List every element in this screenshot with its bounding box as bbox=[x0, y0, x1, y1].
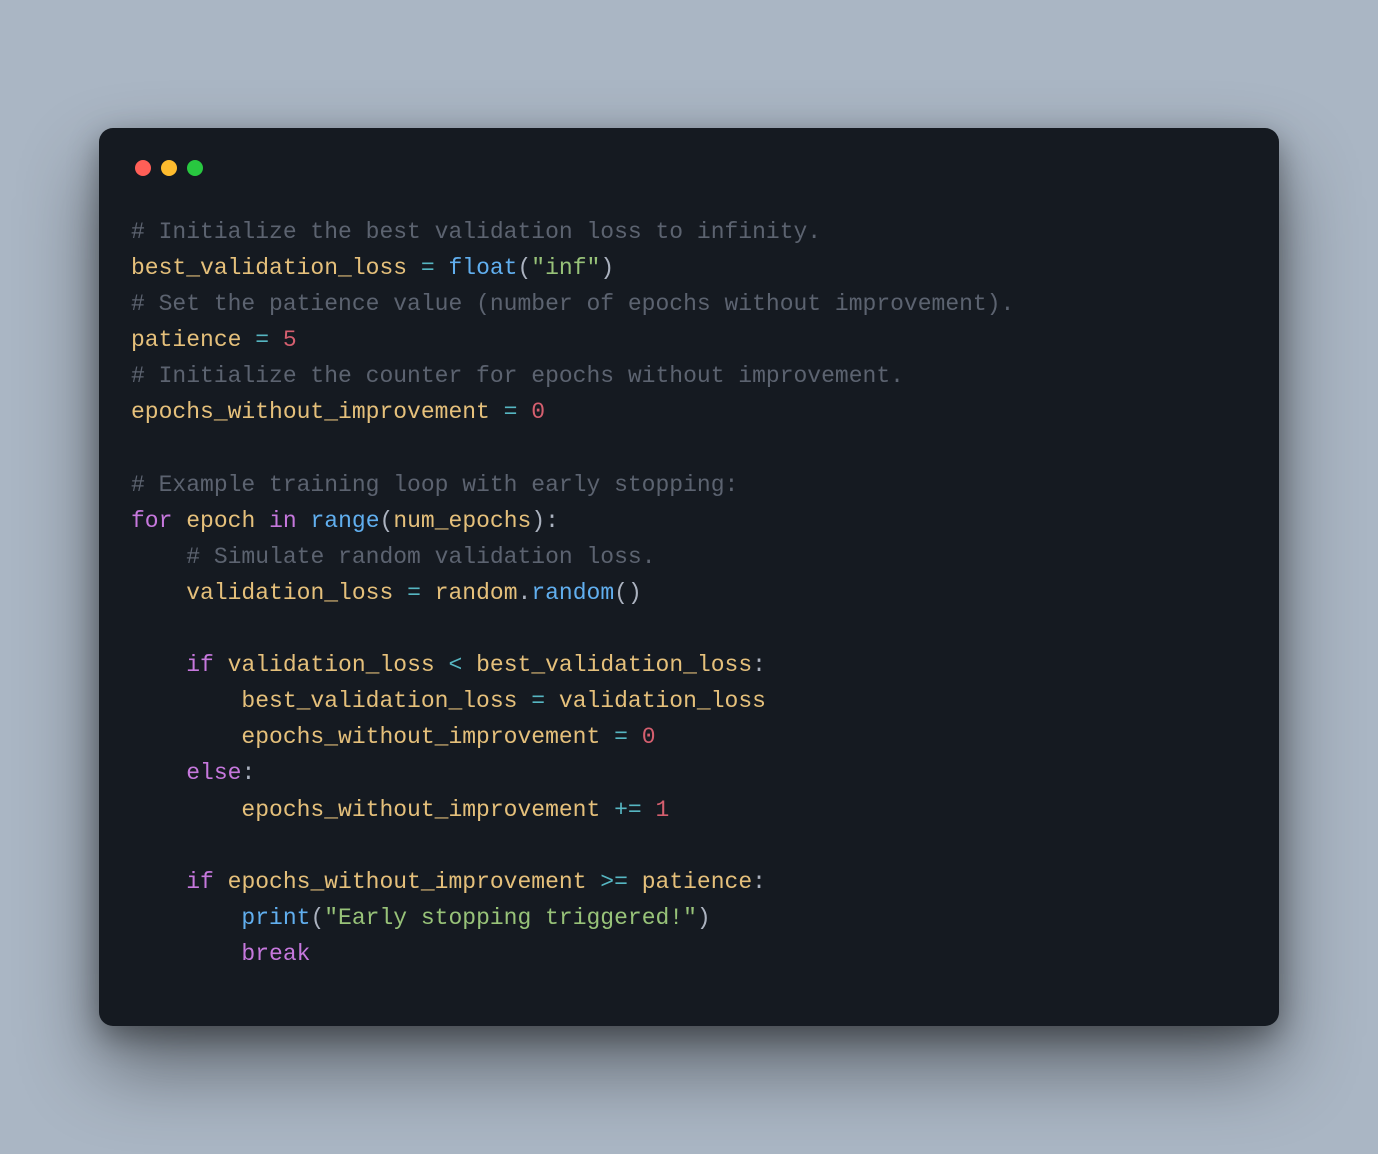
code-indent bbox=[131, 797, 241, 823]
code-indent bbox=[131, 941, 241, 967]
code-indent bbox=[131, 688, 241, 714]
code-identifier: epochs_without_improvement bbox=[241, 797, 600, 823]
code-punct: () bbox=[614, 580, 642, 606]
code-operator: += bbox=[600, 797, 655, 823]
code-keyword: in bbox=[269, 508, 297, 534]
code-punct: : bbox=[752, 869, 766, 895]
code-builtin: float bbox=[448, 255, 517, 281]
code-identifier: num_epochs bbox=[393, 508, 531, 534]
code-keyword: else bbox=[186, 760, 241, 786]
code-call: random bbox=[531, 580, 614, 606]
code-operator: = bbox=[407, 255, 448, 281]
code-operator: = bbox=[517, 688, 558, 714]
code-identifier: best_validation_loss bbox=[476, 652, 752, 678]
code-punct: ( bbox=[380, 508, 394, 534]
code-punct: : bbox=[241, 760, 255, 786]
code-operator: = bbox=[393, 580, 434, 606]
zoom-icon[interactable] bbox=[187, 160, 203, 176]
code-identifier: epochs_without_improvement bbox=[131, 399, 490, 425]
code-text bbox=[255, 508, 269, 534]
code-keyword: for bbox=[131, 508, 172, 534]
close-icon[interactable] bbox=[135, 160, 151, 176]
code-builtin: print bbox=[241, 905, 310, 931]
code-identifier: validation_loss bbox=[186, 580, 393, 606]
code-punct: : bbox=[752, 652, 766, 678]
code-identifier: patience bbox=[131, 327, 241, 353]
code-indent bbox=[131, 580, 186, 606]
code-identifier: epoch bbox=[186, 508, 255, 534]
code-window: # Initialize the best validation loss to… bbox=[99, 128, 1279, 1026]
code-keyword: break bbox=[241, 941, 310, 967]
code-text bbox=[172, 508, 186, 534]
code-identifier: patience bbox=[642, 869, 752, 895]
code-comment: # Initialize the counter for epochs with… bbox=[131, 363, 904, 389]
code-operator: = bbox=[490, 399, 531, 425]
code-operator: = bbox=[600, 724, 641, 750]
window-controls bbox=[131, 154, 1247, 176]
code-identifier: validation_loss bbox=[559, 688, 766, 714]
code-punct: ( bbox=[310, 905, 324, 931]
code-comment: # Example training loop with early stopp… bbox=[131, 472, 738, 498]
code-number: 0 bbox=[642, 724, 656, 750]
code-identifier: validation_loss bbox=[228, 652, 435, 678]
code-comment: # Simulate random validation loss. bbox=[186, 544, 655, 570]
code-comment: # Initialize the best validation loss to… bbox=[131, 219, 821, 245]
code-string: "Early stopping triggered!" bbox=[324, 905, 697, 931]
code-punct: . bbox=[518, 580, 532, 606]
code-indent bbox=[131, 724, 241, 750]
code-text bbox=[297, 508, 311, 534]
code-number: 0 bbox=[531, 399, 545, 425]
code-builtin: range bbox=[310, 508, 379, 534]
code-punct: ) bbox=[600, 255, 614, 281]
code-indent bbox=[131, 652, 186, 678]
code-indent bbox=[131, 869, 186, 895]
code-text bbox=[214, 652, 228, 678]
code-identifier: best_validation_loss bbox=[131, 255, 407, 281]
minimize-icon[interactable] bbox=[161, 160, 177, 176]
code-number: 1 bbox=[656, 797, 670, 823]
code-number: 5 bbox=[283, 327, 297, 353]
code-punct: ) bbox=[697, 905, 711, 931]
code-punct: ( bbox=[517, 255, 531, 281]
code-keyword: if bbox=[186, 869, 214, 895]
code-operator: = bbox=[241, 327, 282, 353]
code-identifier: random bbox=[435, 580, 518, 606]
code-comment: # Set the patience value (number of epoc… bbox=[131, 291, 1014, 317]
code-operator: < bbox=[435, 652, 476, 678]
code-text bbox=[214, 869, 228, 895]
code-indent bbox=[131, 905, 241, 931]
code-keyword: if bbox=[186, 652, 214, 678]
code-indent bbox=[131, 544, 186, 570]
code-identifier: epochs_without_improvement bbox=[228, 869, 587, 895]
app-background: # Initialize the best validation loss to… bbox=[0, 0, 1378, 1154]
code-identifier: best_validation_loss bbox=[241, 688, 517, 714]
code-identifier: epochs_without_improvement bbox=[241, 724, 600, 750]
code-string: "inf" bbox=[531, 255, 600, 281]
code-operator: >= bbox=[587, 869, 642, 895]
code-indent bbox=[131, 760, 186, 786]
code-punct: ): bbox=[531, 508, 559, 534]
code-block: # Initialize the best validation loss to… bbox=[131, 214, 1247, 972]
